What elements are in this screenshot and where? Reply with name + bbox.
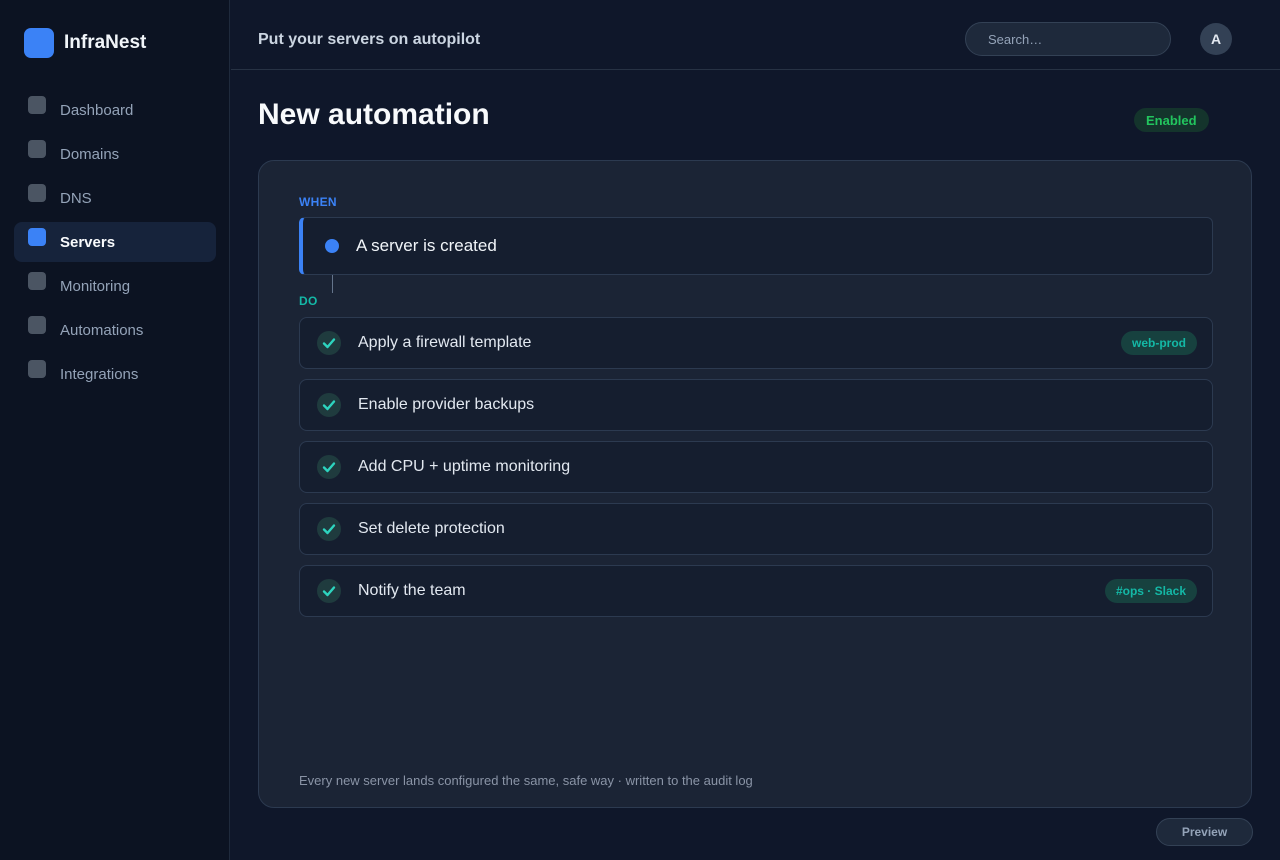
trigger-text: A server is created — [356, 236, 497, 255]
notify-channel-tag[interactable]: #ops · Slack — [1104, 579, 1197, 603]
action-label: Apply a firewall template — [358, 334, 532, 351]
header-tagline: Put your servers on autopilot — [258, 31, 481, 48]
action-row-backups[interactable]: Enable provider backups — [299, 379, 1213, 431]
action-row-firewall[interactable]: Apply a firewall template web-prod — [299, 317, 1213, 369]
preview-button[interactable]: Preview — [1156, 818, 1253, 846]
firewall-template-tag[interactable]: web-prod — [1121, 331, 1197, 355]
check-icon — [317, 393, 341, 417]
action-label: Add CPU + uptime monitoring — [358, 458, 571, 475]
sidebar-item-label: Domains — [60, 145, 120, 163]
trigger-row[interactable]: A server is created — [299, 217, 1213, 275]
servers-icon — [28, 228, 46, 246]
top-bar: Put your servers on autopilot A — [231, 0, 1280, 70]
sidebar: InfraNest Dashboard Domains DNS Servers … — [0, 0, 230, 860]
do-label: DO — [299, 294, 318, 308]
check-icon — [317, 331, 341, 355]
action-list: Apply a firewall template web-prod Enabl… — [299, 317, 1213, 627]
action-row-delete-protection[interactable]: Set delete protection — [299, 503, 1213, 555]
brand-logo-icon — [24, 28, 54, 58]
action-row-monitoring[interactable]: Add CPU + uptime monitoring — [299, 441, 1213, 493]
brand-name: InfraNest — [64, 32, 147, 53]
check-icon — [317, 517, 341, 541]
search-input[interactable] — [965, 22, 1171, 56]
sidebar-item-label: DNS — [60, 189, 92, 207]
sidebar-item-monitoring[interactable]: Monitoring — [14, 266, 216, 306]
automations-icon — [28, 316, 46, 334]
status-badge[interactable]: Enabled — [1134, 108, 1209, 132]
sidebar-nav: Dashboard Domains DNS Servers Monitoring… — [14, 90, 216, 398]
sidebar-item-integrations[interactable]: Integrations — [14, 354, 216, 394]
footnote: Every new server lands configured the sa… — [299, 773, 753, 788]
check-icon — [317, 455, 341, 479]
integrations-icon — [28, 360, 46, 378]
sidebar-item-automations[interactable]: Automations — [14, 310, 216, 350]
connector-line — [332, 275, 333, 293]
sidebar-item-domains[interactable]: Domains — [14, 134, 216, 174]
page-title: New automation — [258, 98, 490, 131]
action-label: Enable provider backups — [358, 396, 535, 413]
sidebar-item-label: Dashboard — [60, 101, 134, 119]
avatar[interactable]: A — [1200, 23, 1232, 55]
sidebar-item-label: Automations — [60, 321, 144, 339]
automation-card: WHEN A server is created DO Apply a fire… — [258, 160, 1252, 808]
sidebar-item-dashboard[interactable]: Dashboard — [14, 90, 216, 130]
action-label: Notify the team — [358, 582, 466, 599]
action-label: Set delete protection — [358, 520, 505, 537]
when-label: WHEN — [299, 195, 337, 209]
sidebar-item-dns[interactable]: DNS — [14, 178, 216, 218]
brand[interactable]: InfraNest — [24, 28, 146, 58]
check-icon — [317, 579, 341, 603]
sidebar-item-label: Integrations — [60, 365, 139, 383]
sidebar-item-label: Monitoring — [60, 277, 131, 295]
sidebar-item-servers[interactable]: Servers — [14, 222, 216, 262]
dashboard-icon — [28, 96, 46, 114]
action-row-notify[interactable]: Notify the team #ops · Slack — [299, 565, 1213, 617]
sidebar-item-label: Servers — [60, 233, 116, 251]
monitoring-icon — [28, 272, 46, 290]
trigger-dot-icon — [325, 239, 339, 253]
dns-icon — [28, 184, 46, 202]
domains-icon — [28, 140, 46, 158]
